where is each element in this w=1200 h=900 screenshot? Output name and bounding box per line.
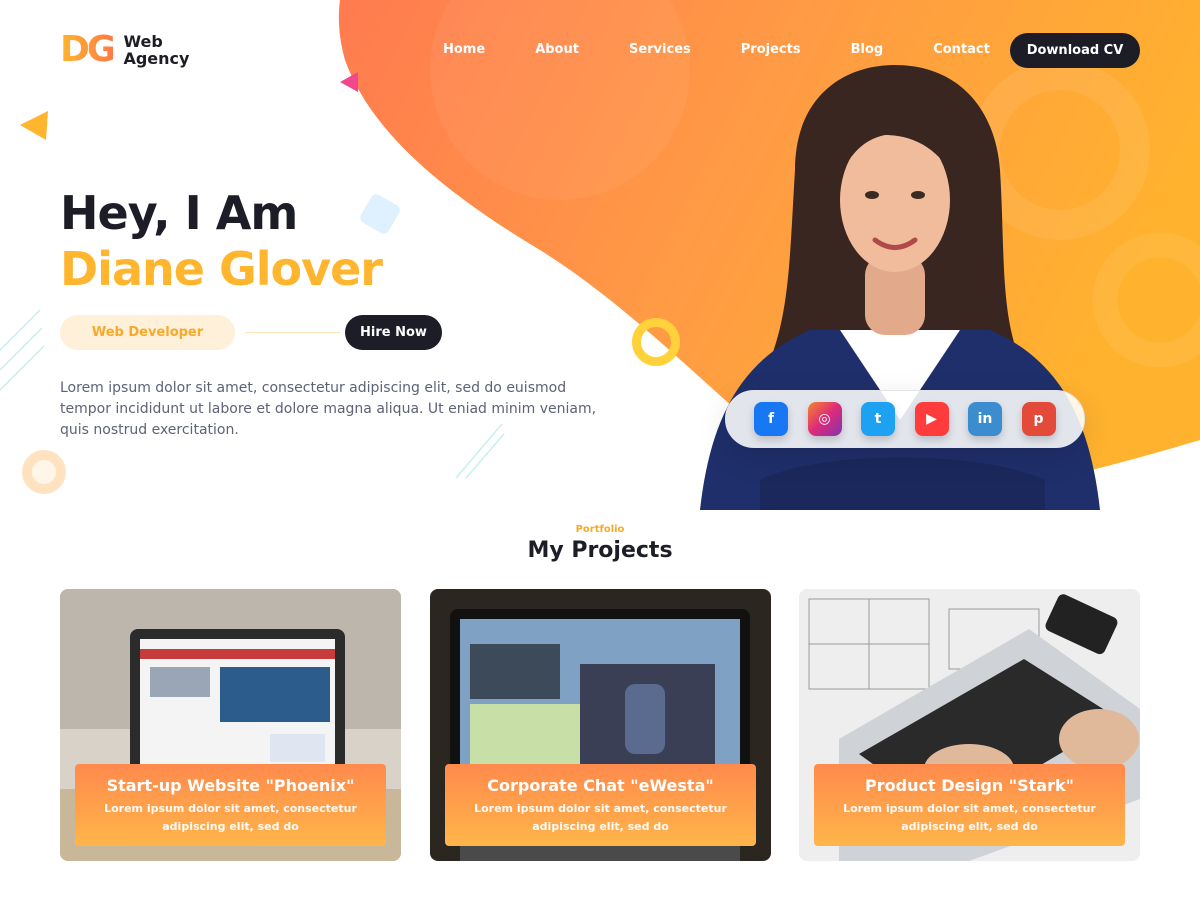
project-title: Product Design "Stark": [865, 776, 1074, 795]
social-links-bar: f ◎ t ▶ in p: [725, 390, 1085, 448]
ring-decoration-peach: [22, 450, 66, 494]
logo-line-2: Agency: [123, 49, 190, 68]
nav-contact[interactable]: Contact: [933, 40, 990, 60]
facebook-icon[interactable]: f: [754, 402, 788, 436]
project-card-ewesta[interactable]: Corporate Chat "eWesta" Lorem ipsum dolo…: [430, 589, 771, 861]
brand-logo[interactable]: DG Web Agency: [60, 32, 189, 68]
project-caption: Start-up Website "Phoenix" Lorem ipsum d…: [75, 764, 386, 846]
divider-line: [245, 332, 340, 333]
pinterest-icon[interactable]: p: [1021, 402, 1056, 436]
project-description: Lorem ipsum dolor sit amet, consectetur …: [104, 802, 357, 833]
project-caption: Corporate Chat "eWesta" Lorem ipsum dolo…: [445, 764, 756, 846]
logo-line-1: Web: [123, 32, 163, 51]
main-navigation: Home About Services Projects Blog Contac…: [443, 40, 990, 60]
hero-greeting: Hey, I Am: [60, 186, 298, 240]
project-description: Lorem ipsum dolor sit amet, consectetur …: [843, 802, 1096, 833]
linkedin-icon[interactable]: in: [968, 402, 1002, 436]
twitter-icon[interactable]: t: [861, 402, 895, 436]
logo-mark: DG: [60, 29, 116, 70]
nav-about[interactable]: About: [535, 40, 579, 60]
instagram-icon[interactable]: ◎: [807, 402, 842, 436]
youtube-icon[interactable]: ▶: [914, 402, 949, 436]
nav-projects[interactable]: Projects: [741, 40, 801, 60]
triangle-decoration-yellow: [20, 111, 48, 140]
role-badge: Web Developer: [60, 315, 235, 350]
triangle-decoration-pink: [340, 72, 358, 92]
project-title: Start-up Website "Phoenix": [106, 776, 355, 795]
project-description: Lorem ipsum dolor sit amet, consectetur …: [474, 802, 727, 833]
logo-text: Web Agency: [123, 33, 189, 67]
nav-services[interactable]: Services: [629, 40, 691, 60]
section-kicker: Portfolio: [575, 524, 625, 535]
hero-name: Diane Glover: [60, 242, 383, 296]
download-cv-button[interactable]: Download CV: [1010, 33, 1140, 68]
hero-description: Lorem ipsum dolor sit amet, consectetur …: [60, 380, 597, 438]
lines-decoration-teal: [0, 309, 45, 391]
project-caption: Product Design "Stark" Lorem ipsum dolor…: [814, 764, 1125, 846]
section-title: My Projects: [527, 538, 673, 563]
nav-blog[interactable]: Blog: [851, 40, 884, 60]
project-title: Corporate Chat "eWesta": [487, 776, 714, 795]
hire-now-button[interactable]: Hire Now: [345, 315, 442, 350]
hero-title: Hey, I Am Diane Glover: [60, 185, 383, 297]
project-card-phoenix[interactable]: Start-up Website "Phoenix" Lorem ipsum d…: [60, 589, 401, 861]
project-card-stark[interactable]: Product Design "Stark" Lorem ipsum dolor…: [799, 589, 1140, 861]
ring-decoration-yellow: [632, 318, 680, 366]
nav-home[interactable]: Home: [443, 40, 485, 60]
